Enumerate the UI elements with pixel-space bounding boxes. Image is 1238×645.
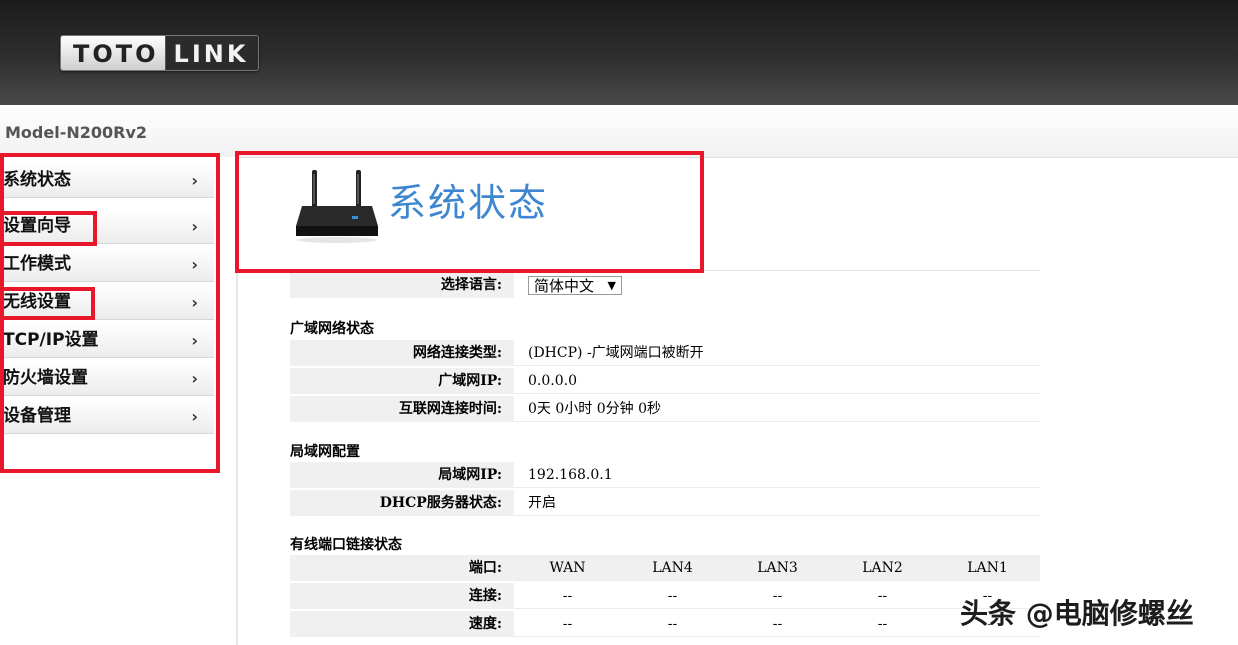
port-column-header: LAN1 <box>967 560 1008 576</box>
logo-text-left: TOTO <box>61 36 165 70</box>
model-name: Model-N200Rv2 <box>5 123 148 142</box>
lan-row-dhcp: DHCP服务器状态: 开启 <box>290 490 1040 516</box>
chevron-right-icon: › <box>191 331 198 350</box>
row-label: DHCP服务器状态: <box>290 490 514 516</box>
language-label: 选择语言: <box>290 272 514 298</box>
row-value: 0.0.0.0 <box>528 373 577 389</box>
row-label: 网络连接类型: <box>290 340 514 366</box>
port-cell: -- <box>667 616 678 632</box>
row-label: 互联网连接时间: <box>290 396 514 422</box>
port-column-header: WAN <box>549 560 586 576</box>
ports-section-title: 有线端口链接状态 <box>290 537 402 553</box>
lan-row-ip: 局域网IP: 192.168.0.1 <box>290 462 1040 488</box>
row-label: 连接: <box>290 583 514 609</box>
row-value: (DHCP) -广域网端口被断开 <box>528 345 704 361</box>
port-cell: -- <box>772 588 783 604</box>
sidebar-item-device-management[interactable]: 设备管理 › <box>0 399 214 434</box>
chevron-right-icon: › <box>191 217 198 236</box>
row-value: 开启 <box>528 495 556 511</box>
wan-row-uptime: 互联网连接时间: 0天 0小时 0分钟 0秒 <box>290 396 1040 422</box>
port-column-header: LAN4 <box>652 560 693 576</box>
port-cell: -- <box>562 588 573 604</box>
chevron-right-icon: › <box>191 407 198 426</box>
router-icon <box>296 170 378 243</box>
sidebar-item-wireless[interactable]: 无线设置 › <box>0 285 214 320</box>
totolink-logo: TOTO LINK <box>60 35 260 71</box>
ports-connection-row: 连接: -- -- -- -- -- <box>290 583 1040 609</box>
sidebar-item-label: 设备管理 <box>3 406 71 426</box>
wan-row-connection-type: 网络连接类型: (DHCP) -广域网端口被断开 <box>290 340 1040 366</box>
sidebar-item-label: 防火墙设置 <box>3 368 88 388</box>
port-cell: -- <box>562 616 573 632</box>
row-value: 0天 0小时 0分钟 0秒 <box>528 401 661 417</box>
chevron-right-icon: › <box>191 369 198 388</box>
port-cell: -- <box>667 588 678 604</box>
model-bar: Model-N200Rv2 <box>0 105 1238 158</box>
sidebar-item-setup-wizard[interactable]: 设置向导 › <box>0 209 214 244</box>
port-cell: -- <box>877 616 888 632</box>
sidebar: 系统状态 › 设置向导 › 工作模式 › 无线设置 › TCP/IP设置 › 防… <box>0 157 238 645</box>
chevron-right-icon: › <box>191 255 198 274</box>
row-label: 端口: <box>290 555 514 581</box>
port-cell: -- <box>877 588 888 604</box>
language-selected-value: 简体中文 <box>534 277 595 295</box>
sidebar-item-work-mode[interactable]: 工作模式 › <box>0 247 214 282</box>
port-column-header: LAN3 <box>757 560 798 576</box>
chevron-right-icon: › <box>191 293 198 312</box>
wan-section-title: 广域网络状态 <box>290 321 374 337</box>
sidebar-item-system-status[interactable]: 系统状态 › <box>0 163 214 198</box>
watermark: 头条 @电脑修螺丝 <box>960 597 1194 630</box>
row-value: 192.168.0.1 <box>528 467 613 483</box>
language-row: 选择语言: <box>290 272 1040 298</box>
caret-down-icon: ▼ <box>607 279 616 292</box>
row-label: 局域网IP: <box>290 462 514 488</box>
sidebar-item-label: 系统状态 <box>3 170 71 190</box>
divider <box>290 270 1040 271</box>
chevron-right-icon: › <box>191 171 198 190</box>
language-select[interactable]: 简体中文 ▼ <box>528 276 622 295</box>
top-header: TOTO LINK <box>0 0 1238 105</box>
row-label: 速度: <box>290 611 514 637</box>
port-column-header: LAN2 <box>862 560 903 576</box>
sidebar-item-label: 工作模式 <box>3 254 71 274</box>
sidebar-item-label: 设置向导 <box>3 216 71 236</box>
row-label: 广域网IP: <box>290 368 514 394</box>
port-cell: -- <box>772 616 783 632</box>
page-title: 系统状态 <box>388 181 549 225</box>
ports-header-row: 端口: WAN LAN4 LAN3 LAN2 LAN1 <box>290 555 1040 581</box>
wan-row-ip: 广域网IP: 0.0.0.0 <box>290 368 1040 394</box>
sidebar-item-label: 无线设置 <box>3 292 71 312</box>
sidebar-item-firewall[interactable]: 防火墙设置 › <box>0 361 214 396</box>
ports-speed-row: 速度: -- -- -- -- -- <box>290 611 1040 637</box>
sidebar-item-tcpip[interactable]: TCP/IP设置 › <box>0 323 214 358</box>
sidebar-item-label: TCP/IP设置 <box>3 330 99 350</box>
lan-section-title: 局域网配置 <box>290 444 360 460</box>
logo-text-right: LINK <box>164 36 259 70</box>
